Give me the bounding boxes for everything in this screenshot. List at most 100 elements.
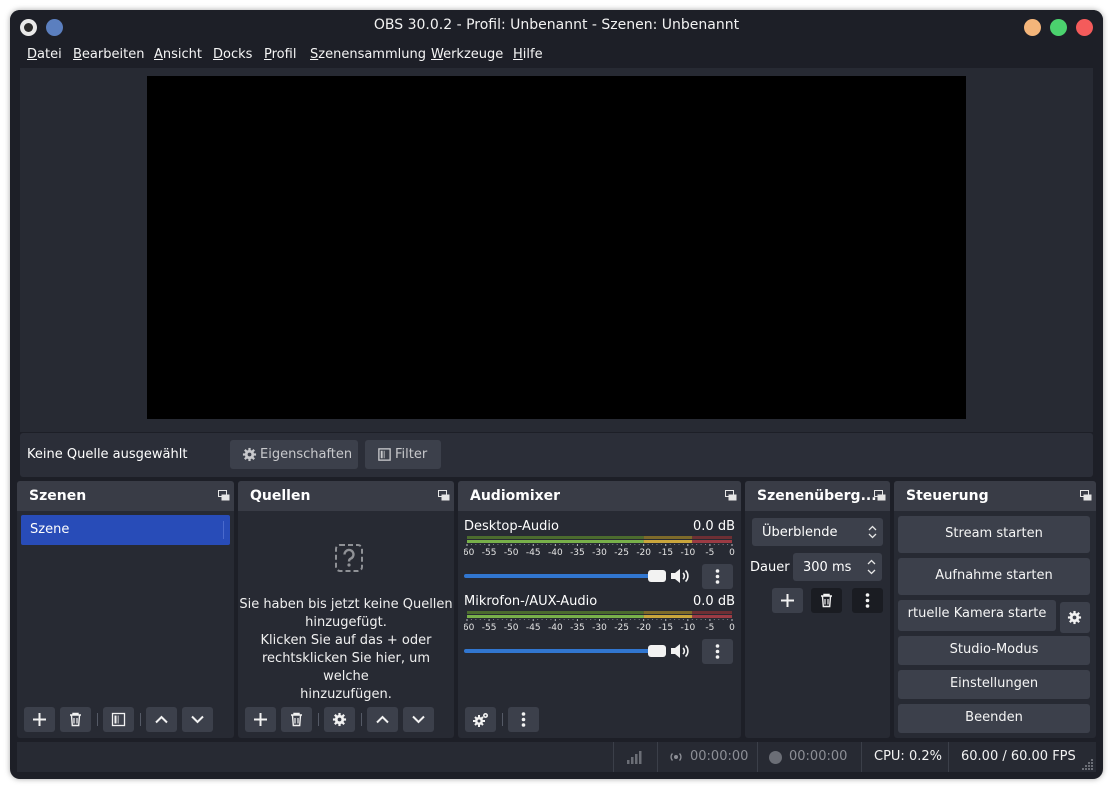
transitions-dock-header[interactable]: Szenenüberg... <box>745 481 890 511</box>
transition-menu-button[interactable] <box>852 588 883 613</box>
menu-szenensammlung[interactable]: Szenensammlung <box>310 47 426 62</box>
menu-hilfe[interactable]: Hilfe <box>513 47 543 62</box>
obs-window: OBS 30.0.2 - Profil: Unbenannt - Szenen:… <box>10 10 1103 779</box>
plus-icon <box>254 713 267 726</box>
controls-dock-header[interactable]: Steuerung <box>894 481 1096 511</box>
meter-tick-label: -20 <box>636 623 651 632</box>
source-properties-button[interactable] <box>324 707 355 732</box>
status-bar: 00:00:00 00:00:00 CPU: 0.2% 60.00 / 60.0… <box>17 742 1096 772</box>
volume-slider-handle[interactable] <box>648 645 666 657</box>
start-recording-button[interactable]: Aufnahme starten <box>898 558 1090 595</box>
meter-red-zone <box>692 615 732 618</box>
meter-tick-label: 0 <box>729 623 735 632</box>
settings-button[interactable]: Einstellungen <box>898 670 1090 699</box>
undock-icon[interactable] <box>1080 490 1092 501</box>
status-separator <box>757 742 758 772</box>
menu-profil[interactable]: Profil <box>264 47 296 62</box>
close-button[interactable] <box>1076 19 1093 36</box>
volume-slider-handle[interactable] <box>648 570 666 582</box>
meter-tick-label: -55 <box>482 623 497 632</box>
stream-duration: 00:00:00 <box>690 749 749 764</box>
duration-spinbox[interactable]: 300 ms <box>793 553 882 581</box>
add-transition-button[interactable] <box>772 588 803 613</box>
filter-icon <box>378 448 391 461</box>
source-up-button[interactable] <box>367 707 398 732</box>
source-down-button[interactable] <box>403 707 434 732</box>
menu-accel: W <box>431 47 444 62</box>
undock-icon[interactable] <box>725 490 737 501</box>
sources-empty-message[interactable]: Sie haben bis jetzt keine Quellen hinzug… <box>238 596 454 704</box>
volume-meter: -60-55-50-45-40-35-30-25-20-15-10-50 <box>464 611 735 632</box>
menu-werkzeuge[interactable]: Werkzeuge <box>431 47 503 62</box>
mixer-dock-header[interactable]: Audiomixer <box>458 481 741 511</box>
menu-label: ocks <box>223 47 253 62</box>
speaker-icon[interactable] <box>670 643 690 659</box>
preview-area[interactable] <box>20 68 1093 432</box>
scene-filters-button[interactable] <box>103 707 134 732</box>
status-separator <box>861 742 862 772</box>
speaker-icon[interactable] <box>670 568 690 584</box>
studio-mode-button[interactable]: Studio-Modus <box>898 636 1090 665</box>
spin-arrows-icon[interactable] <box>867 558 876 576</box>
add-scene-button[interactable] <box>24 707 55 732</box>
sources-dock-header[interactable]: Quellen <box>238 481 454 511</box>
undock-icon[interactable] <box>874 490 886 501</box>
volume-slider[interactable] <box>464 574 666 578</box>
menu-label: ilfe <box>522 47 543 62</box>
quit-button[interactable]: Beenden <box>898 704 1090 733</box>
gear-icon <box>1067 610 1082 625</box>
scene-list-item[interactable]: Szene <box>21 515 230 545</box>
menu-docks[interactable]: Docks <box>213 47 252 62</box>
channel-menu-button[interactable] <box>702 564 733 589</box>
mixer-menu-button[interactable] <box>508 707 539 732</box>
menu-label: rofil <box>271 47 297 62</box>
audio-mixer-dock: Audiomixer Desktop-Audio 0.0 dB -60 -55 -5… <box>458 481 741 738</box>
virtual-camera-settings-button[interactable] <box>1060 602 1090 633</box>
add-source-button[interactable] <box>245 707 276 732</box>
duration-value: 300 ms <box>803 560 852 575</box>
menu-accel: D <box>27 47 38 62</box>
scenes-dock-header[interactable]: Szenen <box>17 481 234 511</box>
empty-line: Klicken Sie auf das + oder <box>260 633 432 648</box>
meter-tick-label: -5 <box>705 623 714 632</box>
preview-canvas[interactable] <box>147 76 966 419</box>
filter-button[interactable]: Filter <box>365 440 441 469</box>
menu-bearbeiten[interactable]: Bearbeiten <box>73 47 144 62</box>
remove-source-button[interactable] <box>281 707 312 732</box>
transition-select[interactable]: Überblende <box>752 518 883 546</box>
channel-db: 0.0 dB <box>693 594 735 609</box>
transitions-dock-title: Szenenüberg... <box>757 488 877 504</box>
title-bar[interactable]: OBS 30.0.2 - Profil: Unbenannt - Szenen:… <box>10 10 1103 44</box>
channel-name: Desktop-Audio <box>464 519 559 534</box>
properties-button[interactable]: Eigenschaften <box>230 440 358 469</box>
properties-label: Eigenschaften <box>260 447 353 462</box>
scene-down-button[interactable] <box>182 707 213 732</box>
meter-tick-label: -50 <box>504 548 519 557</box>
meter-green-zone <box>467 536 644 539</box>
minimize-button[interactable] <box>1024 19 1041 36</box>
empty-line: hinzugefügt. <box>305 615 387 630</box>
volume-slider[interactable] <box>464 649 666 653</box>
gear-icon <box>242 447 257 462</box>
menu-datei[interactable]: Datei <box>27 47 62 62</box>
meter-red-zone <box>692 611 732 614</box>
undock-icon[interactable] <box>438 490 450 501</box>
gears-icon <box>473 713 488 727</box>
menu-ansicht[interactable]: Ansicht <box>154 47 202 62</box>
start-stream-button[interactable]: Stream starten <box>898 516 1090 553</box>
empty-line: hinzuzufügen. <box>300 687 392 702</box>
toolbar-separator <box>318 713 319 726</box>
channel-menu-button[interactable] <box>702 639 733 664</box>
meter-tick-label: -35 <box>570 623 585 632</box>
undock-icon[interactable] <box>218 490 230 501</box>
volume-meter: -60-55-50-45-40-35-30-25-20-15-10-50 <box>464 536 735 557</box>
resize-grip-icon[interactable] <box>1082 758 1094 770</box>
advanced-audio-button[interactable] <box>465 707 496 732</box>
more-vertical-icon <box>521 712 526 727</box>
maximize-button[interactable] <box>1050 19 1067 36</box>
status-separator <box>948 742 949 772</box>
remove-transition-button[interactable] <box>811 588 842 613</box>
start-virtual-camera-button[interactable]: rtuelle Kamera starte <box>898 600 1056 631</box>
scene-up-button[interactable] <box>146 707 177 732</box>
remove-scene-button[interactable] <box>60 707 91 732</box>
